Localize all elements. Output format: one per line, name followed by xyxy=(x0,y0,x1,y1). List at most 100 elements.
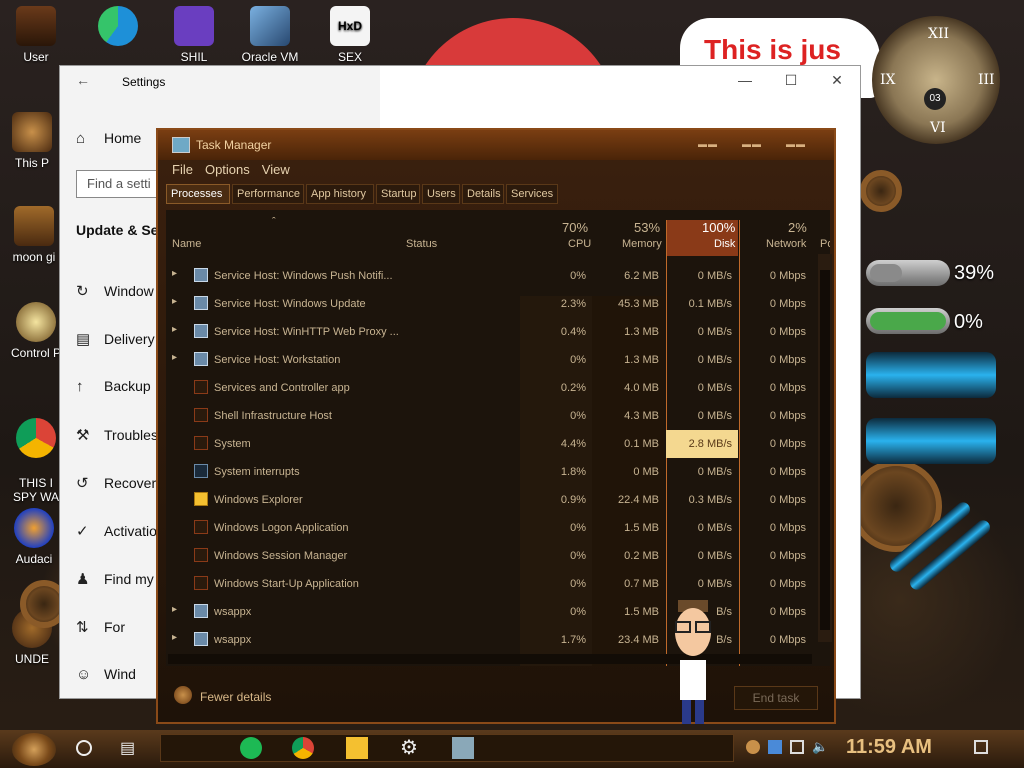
desktop-icon-edge[interactable] xyxy=(86,6,150,50)
end-task-button[interactable]: End task xyxy=(734,686,818,710)
desktop-icon-label: Audaci xyxy=(15,552,53,566)
column-header-status[interactable]: Status xyxy=(406,238,437,250)
tab-details[interactable]: Details xyxy=(462,184,504,204)
desktop-icon-visual-studio[interactable]: SHIL xyxy=(162,6,226,64)
notifications-icon[interactable] xyxy=(974,740,988,754)
menu-options[interactable]: Options xyxy=(205,162,250,177)
settings-home-label: Home xyxy=(104,130,142,146)
process-disk: 2.8 MB/s xyxy=(688,438,732,450)
column-header-memory[interactable]: Memory xyxy=(622,238,662,250)
process-network: 0 Mbps xyxy=(769,354,806,366)
settings-item-recovery[interactable]: ↺ Recover xyxy=(76,474,156,504)
settings-item-windows-insider[interactable]: ☺ Wind xyxy=(76,666,136,696)
process-memory: 22.4 MB xyxy=(618,494,659,506)
column-header-power[interactable]: Po xyxy=(820,238,830,250)
process-row[interactable]: Windows Session Manager 0% 0.2 MB 0 MB/s 0 M… xyxy=(166,542,810,570)
task-manager-icon[interactable] xyxy=(452,737,474,759)
settings-item-label: For xyxy=(104,619,125,635)
volume-muted-icon[interactable]: 🔈 xyxy=(812,740,828,754)
close-button[interactable]: ▬▬ xyxy=(786,139,806,149)
process-row[interactable]: Windows Start-Up Application 0% 0.7 MB 0 MB… xyxy=(166,570,810,598)
desktop-icon-control-panel[interactable]: Control P xyxy=(4,302,68,360)
menu-file[interactable]: File xyxy=(172,162,193,177)
process-network: 0 Mbps xyxy=(769,270,806,282)
desktop-icon-virtualbox[interactable]: Oracle VM xyxy=(238,6,302,64)
process-row[interactable]: ▸ Service Host: Workstation 0% 1.3 MB 0 MB/s… xyxy=(166,346,810,374)
settings-item-find-my-device[interactable]: ♟ Find my xyxy=(76,570,154,600)
clock-time[interactable]: 11:59 AM xyxy=(846,736,932,759)
task-view-icon[interactable]: ▤ xyxy=(120,738,135,758)
desktop-icon-audacity[interactable]: Audaci xyxy=(2,508,66,566)
process-name: Service Host: Windows Push Notifi... xyxy=(214,270,393,282)
desktop-icon-chrome[interactable]: THIS I SPY WA xyxy=(4,404,68,518)
column-header-name[interactable]: Name xyxy=(172,238,201,250)
tray-chevron-icon[interactable] xyxy=(746,740,760,754)
process-memory: 0.1 MB xyxy=(624,438,659,450)
maximize-button[interactable]: ▬▬ xyxy=(742,139,762,149)
cpu-meter-value: 39% xyxy=(954,262,995,284)
desktop-icon-this-pc[interactable]: This P xyxy=(0,112,64,170)
expand-chevron-icon[interactable]: ▸ xyxy=(172,324,177,335)
spotify-icon[interactable] xyxy=(240,737,262,759)
column-header-cpu[interactable]: CPU xyxy=(568,238,591,250)
maximize-button[interactable]: ☐ xyxy=(776,72,806,89)
minimize-button[interactable]: ▬▬ xyxy=(698,139,718,149)
column-header-network[interactable]: Network xyxy=(766,238,806,250)
network-icon[interactable] xyxy=(790,740,804,754)
process-network: 0 Mbps xyxy=(769,326,806,338)
desktop-icon-moon-gi[interactable]: moon gi xyxy=(2,206,66,264)
column-header-disk[interactable]: Disk xyxy=(714,238,735,250)
settings-item-for-developers[interactable]: ⇅ For xyxy=(76,618,125,648)
ram-meter xyxy=(866,308,950,334)
desktop-icon-hxd[interactable]: HxD SEX xyxy=(318,6,382,64)
chevron-up-icon[interactable] xyxy=(174,686,192,704)
vertical-scrollbar-thumb[interactable] xyxy=(820,270,830,630)
chrome-icon[interactable] xyxy=(292,737,314,759)
expand-chevron-icon[interactable]: ▸ xyxy=(172,296,177,307)
close-button[interactable]: ✕ xyxy=(822,72,852,89)
settings-gear-icon[interactable]: ⚙ xyxy=(398,737,420,759)
file-explorer-icon[interactable] xyxy=(346,737,368,759)
app-icon xyxy=(194,408,208,422)
process-row[interactable]: System interrupts 1.8% 0 MB 0 MB/s 0 Mbps xyxy=(166,458,810,486)
settings-item-backup[interactable]: ↑ Backup xyxy=(76,378,151,408)
service-icon xyxy=(194,632,208,646)
settings-item-windows-update[interactable]: ↻ Window xyxy=(76,282,154,312)
expand-chevron-icon[interactable]: ▸ xyxy=(172,604,177,615)
menu-view[interactable]: View xyxy=(262,162,290,177)
audacity-icon xyxy=(14,508,54,548)
tab-processes[interactable]: Processes xyxy=(166,184,230,204)
tab-startup[interactable]: Startup xyxy=(376,184,420,204)
process-row[interactable]: ▸ Service Host: WinHTTP Web Proxy ... 0.4%… xyxy=(166,318,810,346)
process-network: 0 Mbps xyxy=(769,522,806,534)
settings-item-troubleshoot[interactable]: ⚒ Troubles xyxy=(76,426,158,456)
tab-services[interactable]: Services xyxy=(506,184,558,204)
fewer-details-link[interactable]: Fewer details xyxy=(200,690,271,704)
process-disk: 0 MB/s xyxy=(697,466,732,478)
process-cpu: 0.4% xyxy=(560,326,586,338)
process-row[interactable]: Services and Controller app 0.2% 4.0 MB 0 M… xyxy=(166,374,810,402)
process-row[interactable]: ▸ Service Host: Windows Update 2.3% 45.3 MB… xyxy=(166,290,810,318)
expand-chevron-icon[interactable]: ▸ xyxy=(172,352,177,363)
cortana-icon[interactable] xyxy=(76,740,92,756)
process-disk: 0 MB/s xyxy=(697,522,732,534)
settings-home[interactable]: ⌂ Home xyxy=(76,130,141,160)
process-row[interactable]: ▸ Service Host: Windows Push Notifi... 0% 6… xyxy=(166,262,810,290)
tab-performance[interactable]: Performance xyxy=(232,184,304,204)
expand-chevron-icon[interactable]: ▸ xyxy=(172,268,177,279)
back-arrow-icon[interactable]: ← xyxy=(76,72,90,88)
tab-app-history[interactable]: App history xyxy=(306,184,374,204)
settings-item-delivery[interactable]: ▤ Delivery xyxy=(76,330,155,360)
expand-chevron-icon[interactable]: ▸ xyxy=(172,632,177,643)
tab-users[interactable]: Users xyxy=(422,184,460,204)
minimize-button[interactable]: — xyxy=(730,72,760,88)
process-row[interactable]: Shell Infrastructure Host 0% 4.3 MB 0 MB/s 0… xyxy=(166,402,810,430)
battery-icon[interactable] xyxy=(768,740,782,754)
start-button[interactable] xyxy=(12,733,56,766)
desktop-icon-user[interactable]: User xyxy=(4,6,68,64)
process-row[interactable]: System 4.4% 0.1 MB 2.8 MB/s 0 Mbps xyxy=(166,430,810,458)
settings-item-activation[interactable]: ✓ Activatio xyxy=(76,522,157,552)
process-row[interactable]: Windows Logon Application 0% 1.5 MB 0 MB/s 0… xyxy=(166,514,810,542)
task-manager-titlebar[interactable]: Task Manager ▬▬ ▬▬ ▬▬ xyxy=(158,130,834,160)
process-row[interactable]: Windows Explorer 0.9% 22.4 MB 0.3 MB/s 0 Mbp… xyxy=(166,486,810,514)
